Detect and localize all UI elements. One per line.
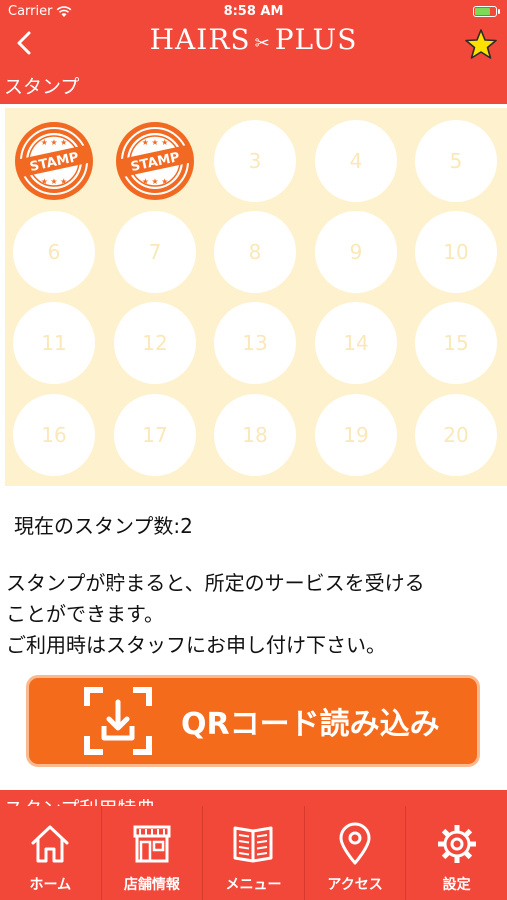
stamp-slot: 19 [315,394,397,476]
tab-label: メニュー [225,877,282,893]
stamp-slot: 11 [13,302,95,384]
status-bar: Carrier 8:58 AM [0,0,507,22]
svg-text:★ ★ ★: ★ ★ ★ [142,177,169,186]
status-time: 8:58 AM [223,4,284,19]
stamp-slot: 3 [214,120,296,202]
stamp-slot: 10 [415,211,497,293]
stamp-slot-number: 15 [443,331,469,355]
stamp-slot: 15 [415,302,497,384]
stamp-slot-number: 16 [41,423,67,447]
stamp-slot-filled: STAMP ★ ★ ★ ★ ★ ★ [13,120,95,202]
app-logo: HAIRS ✂ PLUS [0,22,507,58]
logo-right: PLUS [274,23,358,56]
stamp-slot-filled: STAMP ★ ★ ★ ★ ★ ★ [114,120,196,202]
stamp-slot-number: 7 [148,240,162,264]
stamp-slot-number: 19 [343,423,369,447]
tab-settings[interactable]: 設定 [405,806,507,900]
map-pin-icon [339,822,371,865]
menu-book-icon [233,826,273,863]
chevron-left-icon[interactable] [8,26,44,62]
tab-label: アクセス [327,877,383,893]
stamp-slot: 20 [415,394,497,476]
qr-scan-icon [84,687,152,755]
stamp-slot: 5 [415,120,497,202]
store-icon [133,825,171,863]
stamp-slot: 14 [315,302,397,384]
stamp-slot-number: 10 [443,240,469,264]
description-line: ことができます。 [6,602,164,626]
svg-text:★ ★ ★: ★ ★ ★ [41,177,68,186]
svg-text:★ ★ ★: ★ ★ ★ [142,138,169,147]
gear-icon [437,825,476,863]
stamp-slot: 8 [214,211,296,293]
tab-home[interactable]: ホーム [0,806,101,900]
home-icon [31,825,69,863]
stamp-slot-number: 9 [349,240,363,264]
stamp-slot-number: 6 [47,240,61,264]
stamp-slot-number: 4 [349,149,363,173]
stamp-slot: 6 [13,211,95,293]
stamp-slot: 16 [13,394,95,476]
app-header: Carrier 8:58 AM HAIRS ✂ PLUS スタンプ [0,0,507,104]
stamp-slot: 9 [315,211,397,293]
stamp-slot-number: 17 [142,423,168,447]
stamp-card: STAMP ★ ★ ★ ★ ★ ★ STAMP ★ ★ ★ ★ ★ ★ 3 4 5 6 7 8 9 10 1… [5,108,507,486]
stamp-slot-number: 11 [41,331,67,355]
stamp-slot-number: 13 [242,331,268,355]
battery-icon [473,6,500,17]
description-line: ご利用時はスタッフにお申し付け下さい。 [6,633,386,657]
stamp-description: スタンプが貯まると、所定のサービスを受ける ことができます。 ご利用時はスタッフ… [6,568,501,661]
stamp-slot-number: 5 [449,149,463,173]
stamp-slot: 7 [114,211,196,293]
stamp-slot-number: 12 [142,331,168,355]
stamp-slot-number: 20 [443,423,469,447]
stamp-slot: 17 [114,394,196,476]
stamp-slot-number: 3 [248,149,262,173]
qr-scan-button[interactable]: QRコード読み込み [26,675,480,767]
description-line: スタンプが貯まると、所定のサービスを受ける [6,571,425,595]
tab-menu[interactable]: メニュー [202,806,304,900]
stamp-seal-icon: STAMP★ ★ ★★ ★ ★ [116,122,194,200]
stamp-seal-icon: STAMP★ ★ ★★ ★ ★ [15,122,93,200]
scissors-icon: ✂ [254,33,271,54]
stamp-slot-number: 18 [242,423,268,447]
tab-label: ホーム [29,877,72,893]
stamp-count: 現在のスタンプ数:2 [14,514,193,538]
stamp-slot: 13 [214,302,296,384]
section-title: スタンプ [4,76,80,98]
star-icon[interactable] [463,26,499,62]
stamp-slot: 4 [315,120,397,202]
qr-button-label: QRコード読み込み [181,707,440,742]
stamp-slot: 12 [114,302,196,384]
tab-bar: ホーム 店舗情報 メニュー アクセス 設定 [0,806,507,900]
navbar: HAIRS ✂ PLUS [0,22,507,66]
stamp-slot: 18 [214,394,296,476]
tab-label: 設定 [442,877,471,893]
svg-text:★ ★ ★: ★ ★ ★ [41,138,68,147]
stamp-slot-number: 8 [248,240,262,264]
logo-left: HAIRS [149,23,251,56]
tab-store-info[interactable]: 店舗情報 [100,806,203,900]
tab-access[interactable]: アクセス [303,806,406,900]
stamp-slot-number: 14 [343,331,369,355]
tab-label: 店舗情報 [123,877,180,893]
